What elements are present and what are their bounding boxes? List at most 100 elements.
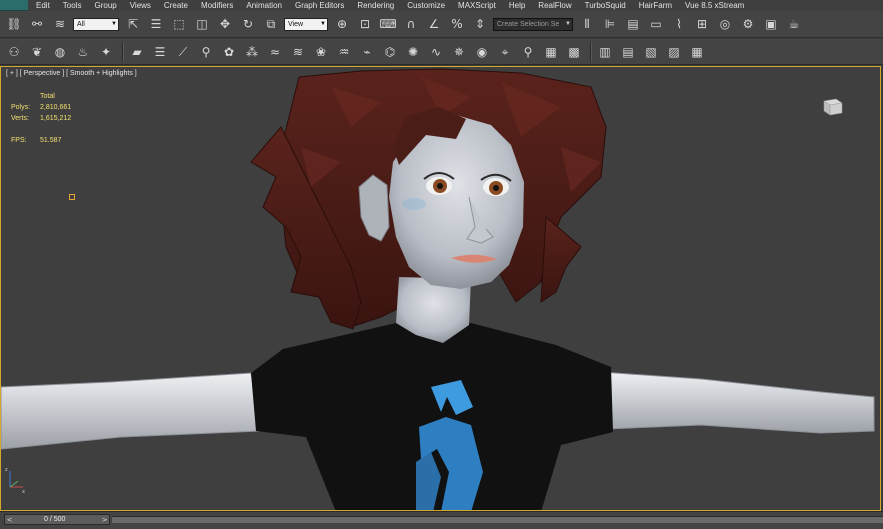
layer-manager-icon[interactable]: ▤ bbox=[623, 14, 643, 34]
verts-label: Verts: bbox=[11, 115, 29, 122]
unlink-icon[interactable]: ⚯ bbox=[27, 14, 47, 34]
menu-vue-xstream[interactable]: Vue 8.5 xStream bbox=[685, 0, 744, 11]
plugin-v-icon[interactable]: ⌖ bbox=[495, 42, 515, 62]
application-logo-icon[interactable] bbox=[0, 0, 28, 11]
svg-text:x: x bbox=[22, 489, 25, 493]
time-slider-bar: < 0 / 500 > bbox=[0, 511, 883, 529]
menu-rendering[interactable]: Rendering bbox=[357, 0, 394, 11]
plugin-e-icon[interactable]: ✦ bbox=[96, 42, 116, 62]
plugin-r-icon[interactable]: ✺ bbox=[403, 42, 423, 62]
plugin-h-icon[interactable]: ⟋ bbox=[173, 42, 193, 62]
schematic-view-icon[interactable]: ⊞ bbox=[692, 14, 712, 34]
plugin-aa-icon[interactable]: ▤ bbox=[618, 42, 638, 62]
viewcube-icon[interactable] bbox=[819, 93, 845, 117]
next-frame-button[interactable]: > bbox=[100, 516, 109, 524]
menu-views[interactable]: Views bbox=[130, 0, 151, 11]
select-object-icon[interactable]: ⇱ bbox=[123, 14, 143, 34]
plugin-n-icon[interactable]: ❀ bbox=[311, 42, 331, 62]
plugin-ac-icon[interactable]: ▨ bbox=[664, 42, 684, 62]
plugin-u-icon[interactable]: ◉ bbox=[472, 42, 492, 62]
plugin-g-icon[interactable]: ☰ bbox=[150, 42, 170, 62]
menu-customize[interactable]: Customize bbox=[407, 0, 445, 11]
plugin-f-icon[interactable]: ▰ bbox=[127, 42, 147, 62]
select-scale-icon[interactable]: ⧉ bbox=[261, 14, 281, 34]
plugin-i-icon[interactable]: ⚲ bbox=[196, 42, 216, 62]
svg-text:z: z bbox=[5, 467, 8, 473]
rectangular-selection-icon[interactable]: ⬚ bbox=[169, 14, 189, 34]
material-editor-icon[interactable]: ◎ bbox=[715, 14, 735, 34]
angle-snap-icon[interactable]: ∠ bbox=[424, 14, 444, 34]
plugin-w-icon[interactable]: ⚲ bbox=[518, 42, 538, 62]
scene-statistics: Total Polys: 2,810,661 Verts: 1,615,212 … bbox=[11, 91, 71, 146]
plugin-c-icon[interactable]: ◍ bbox=[50, 42, 70, 62]
plugin-a-icon[interactable]: ⚇ bbox=[4, 42, 24, 62]
pivot-center-icon[interactable]: ⊕ bbox=[332, 14, 352, 34]
named-selection-dropdown[interactable]: Create Selection Se bbox=[493, 17, 573, 31]
right-arm bbox=[600, 371, 875, 434]
menu-create[interactable]: Create bbox=[164, 0, 188, 11]
rendered-frame-icon[interactable]: ▣ bbox=[761, 14, 781, 34]
menu-help[interactable]: Help bbox=[509, 0, 525, 11]
plugin-z-icon[interactable]: ▥ bbox=[595, 42, 615, 62]
plugin-j-icon[interactable]: ✿ bbox=[219, 42, 239, 62]
select-move-icon[interactable]: ✥ bbox=[215, 14, 235, 34]
select-manipulate-icon[interactable]: ⊡ bbox=[355, 14, 375, 34]
viewport-label[interactable]: [ + ] [ Perspective ] [ Smooth + Highlig… bbox=[6, 70, 137, 77]
plugin-ad-icon[interactable]: ▦ bbox=[687, 42, 707, 62]
verts-value: 1,615,212 bbox=[40, 115, 72, 122]
plugin-y-icon[interactable]: ▩ bbox=[564, 42, 584, 62]
percent-snap-icon[interactable]: % bbox=[447, 14, 467, 34]
menu-maxscript[interactable]: MAXScript bbox=[458, 0, 496, 11]
polys-label: Polys: bbox=[11, 104, 31, 111]
fps-row: FPS: 51.587 bbox=[11, 135, 71, 146]
reference-coordinate-dropdown[interactable]: View bbox=[284, 17, 328, 31]
select-by-name-icon[interactable]: ☰ bbox=[146, 14, 166, 34]
stats-header: Total bbox=[40, 93, 55, 100]
menu-animation[interactable]: Animation bbox=[246, 0, 282, 11]
plugin-ab-icon[interactable]: ▧ bbox=[641, 42, 661, 62]
menu-edit[interactable]: Edit bbox=[36, 0, 50, 11]
frame-readout: 0 / 500 bbox=[44, 516, 66, 523]
plugin-k-icon[interactable]: ⁂ bbox=[242, 42, 262, 62]
plugin-o-icon[interactable]: ♒ bbox=[334, 42, 354, 62]
perspective-viewport[interactable]: [ + ] [ Perspective ] [ Smooth + Highlig… bbox=[0, 66, 881, 511]
menu-modifiers[interactable]: Modifiers bbox=[201, 0, 233, 11]
menu-realflow[interactable]: RealFlow bbox=[538, 0, 571, 11]
plugin-p-icon[interactable]: ⌁ bbox=[357, 42, 377, 62]
character-model-render[interactable] bbox=[1, 67, 881, 511]
render-setup-icon[interactable]: ⚙ bbox=[738, 14, 758, 34]
graphite-ribbon-icon[interactable]: ▭ bbox=[646, 14, 666, 34]
bind-spacewarp-icon[interactable]: ≋ bbox=[50, 14, 70, 34]
snap-toggle-icon[interactable]: ∩ bbox=[401, 14, 421, 34]
selection-filter-dropdown[interactable]: All bbox=[73, 17, 119, 31]
menu-tools[interactable]: Tools bbox=[63, 0, 82, 11]
fps-label: FPS: bbox=[11, 137, 27, 144]
curve-editor-icon[interactable]: ⌇ bbox=[669, 14, 689, 34]
plugin-x-icon[interactable]: ▦ bbox=[541, 42, 561, 62]
plugin-t-icon[interactable]: ✵ bbox=[449, 42, 469, 62]
previous-frame-button[interactable]: < bbox=[5, 516, 14, 524]
menu-hairfarm[interactable]: HairFarm bbox=[639, 0, 672, 11]
render-production-icon[interactable]: ☕ bbox=[784, 14, 804, 34]
polys-row: Polys: 2,810,661 bbox=[11, 102, 71, 113]
track-bar[interactable] bbox=[112, 516, 883, 523]
left-arm bbox=[1, 372, 262, 450]
time-slider[interactable]: < 0 / 500 > bbox=[4, 514, 110, 525]
align-icon[interactable]: ⊫ bbox=[600, 14, 620, 34]
keyboard-shortcut-icon[interactable]: ⌨ bbox=[378, 14, 398, 34]
plugin-d-icon[interactable]: ♨ bbox=[73, 42, 93, 62]
window-crossing-icon[interactable]: ◫ bbox=[192, 14, 212, 34]
menu-turbosquid[interactable]: TurboSquid bbox=[585, 0, 626, 11]
plugin-s-icon[interactable]: ∿ bbox=[426, 42, 446, 62]
select-rotate-icon[interactable]: ↻ bbox=[238, 14, 258, 34]
spinner-snap-icon[interactable]: ⇕ bbox=[470, 14, 490, 34]
mirror-icon[interactable]: ⫴ bbox=[577, 14, 597, 34]
menu-group[interactable]: Group bbox=[94, 0, 116, 11]
plugin-b-icon[interactable]: ❦ bbox=[27, 42, 47, 62]
toolbar-separator bbox=[590, 41, 592, 62]
menu-graph-editors[interactable]: Graph Editors bbox=[295, 0, 344, 11]
plugin-q-icon[interactable]: ⌬ bbox=[380, 42, 400, 62]
plugin-m-icon[interactable]: ≋ bbox=[288, 42, 308, 62]
link-icon[interactable]: ⛓ bbox=[4, 14, 24, 34]
plugin-l-icon[interactable]: ≈ bbox=[265, 42, 285, 62]
